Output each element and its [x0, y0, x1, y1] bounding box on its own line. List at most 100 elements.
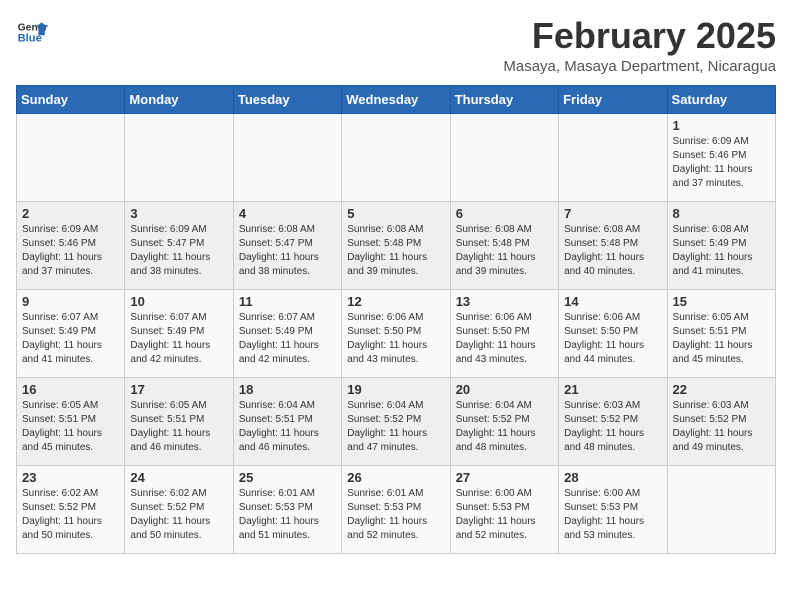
- day-number: 25: [239, 470, 336, 485]
- week-row-2: 2 Sunrise: 6:09 AM Sunset: 5:46 PM Daylig…: [17, 201, 776, 289]
- day-info: Sunrise: 6:04 AM Sunset: 5:51 PM Dayligh…: [239, 399, 336, 455]
- calendar-cell: 13Sunrise: 6:06 AM Sunset: 5:50 PM Dayli…: [450, 289, 558, 377]
- calendar-cell: 8 Sunrise: 6:08 AM Sunset: 5:49 PM Daylig…: [667, 201, 775, 289]
- day-info: Sunrise: 6:01 AM Sunset: 5:53 PM Dayligh…: [347, 487, 444, 543]
- day-number: 5: [347, 206, 444, 221]
- calendar-cell: 7 Sunrise: 6:08 AM Sunset: 5:48 PM Daylig…: [559, 201, 667, 289]
- day-info: Sunrise: 6:05 AM Sunset: 5:51 PM Dayligh…: [130, 399, 227, 455]
- calendar-cell: 20 Sunrise: 6:04 AM Sunset: 5:52 PM Dayli…: [450, 377, 558, 465]
- day-info: Sunrise: 6:09 AM Sunset: 5:46 PM Dayligh…: [673, 135, 770, 191]
- day-number: 23: [22, 470, 119, 485]
- weekday-header-tuesday: Tuesday: [233, 85, 341, 113]
- day-number: 20: [456, 382, 553, 397]
- day-info: Sunrise: 6:00 AM Sunset: 5:53 PM Dayligh…: [456, 487, 553, 543]
- day-number: 13: [456, 294, 553, 309]
- day-info: Sunrise: 6:09 AM Sunset: 5:47 PM Dayligh…: [130, 223, 227, 279]
- day-number: 18: [239, 382, 336, 397]
- weekday-header-friday: Friday: [559, 85, 667, 113]
- day-number: 1: [673, 118, 770, 133]
- title-block: February 2025 Masaya, Masaya Department,…: [503, 16, 776, 75]
- calendar-cell: [125, 113, 233, 201]
- calendar-cell: 1 Sunrise: 6:09 AM Sunset: 5:46 PM Daylig…: [667, 113, 775, 201]
- day-info: Sunrise: 6:05 AM Sunset: 5:51 PM Dayligh…: [673, 311, 770, 367]
- calendar-cell: 4 Sunrise: 6:08 AM Sunset: 5:47 PM Daylig…: [233, 201, 341, 289]
- weekday-header-wednesday: Wednesday: [342, 85, 450, 113]
- calendar-cell: 2 Sunrise: 6:09 AM Sunset: 5:46 PM Daylig…: [17, 201, 125, 289]
- day-info: Sunrise: 6:08 AM Sunset: 5:47 PM Dayligh…: [239, 223, 336, 279]
- day-number: 3: [130, 206, 227, 221]
- calendar-cell: [17, 113, 125, 201]
- calendar-cell: 3 Sunrise: 6:09 AM Sunset: 5:47 PM Daylig…: [125, 201, 233, 289]
- day-info: Sunrise: 6:02 AM Sunset: 5:52 PM Dayligh…: [22, 487, 119, 543]
- day-number: 4: [239, 206, 336, 221]
- calendar-cell: 27 Sunrise: 6:00 AM Sunset: 5:53 PM Dayli…: [450, 465, 558, 553]
- day-number: 16: [22, 382, 119, 397]
- day-number: 10: [130, 294, 227, 309]
- calendar-cell: [233, 113, 341, 201]
- day-number: 26: [347, 470, 444, 485]
- calendar-cell: 14Sunrise: 6:06 AM Sunset: 5:50 PM Dayli…: [559, 289, 667, 377]
- calendar-cell: 25 Sunrise: 6:01 AM Sunset: 5:53 PM Dayli…: [233, 465, 341, 553]
- weekday-header-row: SundayMondayTuesdayWednesdayThursdayFrid…: [17, 85, 776, 113]
- day-info: Sunrise: 6:02 AM Sunset: 5:52 PM Dayligh…: [130, 487, 227, 543]
- calendar-cell: 6 Sunrise: 6:08 AM Sunset: 5:48 PM Daylig…: [450, 201, 558, 289]
- calendar-cell: 17 Sunrise: 6:05 AM Sunset: 5:51 PM Dayli…: [125, 377, 233, 465]
- svg-text:Blue: Blue: [18, 33, 42, 45]
- logo: General Blue: [16, 16, 48, 48]
- day-info: Sunrise: 6:05 AM Sunset: 5:51 PM Dayligh…: [22, 399, 119, 455]
- day-number: 6: [456, 206, 553, 221]
- location-subtitle: Masaya, Masaya Department, Nicaragua: [503, 58, 776, 75]
- week-row-3: 9 Sunrise: 6:07 AM Sunset: 5:49 PM Daylig…: [17, 289, 776, 377]
- day-number: 28: [564, 470, 661, 485]
- month-year-title: February 2025: [503, 16, 776, 56]
- calendar-cell: 22 Sunrise: 6:03 AM Sunset: 5:52 PM Dayli…: [667, 377, 775, 465]
- weekday-header-thursday: Thursday: [450, 85, 558, 113]
- day-info: Sunrise: 6:08 AM Sunset: 5:48 PM Dayligh…: [564, 223, 661, 279]
- day-number: 22: [673, 382, 770, 397]
- day-number: 12: [347, 294, 444, 309]
- weekday-header-sunday: Sunday: [17, 85, 125, 113]
- week-row-1: 1 Sunrise: 6:09 AM Sunset: 5:46 PM Daylig…: [17, 113, 776, 201]
- calendar-cell: 18 Sunrise: 6:04 AM Sunset: 5:51 PM Dayli…: [233, 377, 341, 465]
- day-info: Sunrise: 6:04 AM Sunset: 5:52 PM Dayligh…: [347, 399, 444, 455]
- day-info: Sunrise: 6:07 AM Sunset: 5:49 PM Dayligh…: [239, 311, 336, 367]
- day-info: Sunrise: 6:06 AM Sunset: 5:50 PM Dayligh…: [347, 311, 444, 367]
- day-number: 24: [130, 470, 227, 485]
- calendar-cell: 10Sunrise: 6:07 AM Sunset: 5:49 PM Dayli…: [125, 289, 233, 377]
- day-number: 8: [673, 206, 770, 221]
- day-number: 7: [564, 206, 661, 221]
- calendar-cell: 24 Sunrise: 6:02 AM Sunset: 5:52 PM Dayli…: [125, 465, 233, 553]
- calendar-cell: 15Sunrise: 6:05 AM Sunset: 5:51 PM Dayli…: [667, 289, 775, 377]
- calendar-cell: 28Sunrise: 6:00 AM Sunset: 5:53 PM Dayli…: [559, 465, 667, 553]
- day-info: Sunrise: 6:04 AM Sunset: 5:52 PM Dayligh…: [456, 399, 553, 455]
- day-info: Sunrise: 6:08 AM Sunset: 5:48 PM Dayligh…: [347, 223, 444, 279]
- calendar-cell: 9Sunrise: 6:07 AM Sunset: 5:49 PM Daylig…: [17, 289, 125, 377]
- weekday-header-saturday: Saturday: [667, 85, 775, 113]
- logo-icon: General Blue: [16, 16, 48, 48]
- day-info: Sunrise: 6:09 AM Sunset: 5:46 PM Dayligh…: [22, 223, 119, 279]
- day-number: 27: [456, 470, 553, 485]
- calendar-cell: 21 Sunrise: 6:03 AM Sunset: 5:52 PM Dayli…: [559, 377, 667, 465]
- calendar-cell: 26 Sunrise: 6:01 AM Sunset: 5:53 PM Dayli…: [342, 465, 450, 553]
- day-number: 2: [22, 206, 119, 221]
- day-number: 21: [564, 382, 661, 397]
- page-header: General Blue February 2025 Masaya, Masay…: [16, 16, 776, 75]
- day-info: Sunrise: 6:03 AM Sunset: 5:52 PM Dayligh…: [564, 399, 661, 455]
- day-number: 19: [347, 382, 444, 397]
- calendar-cell: [342, 113, 450, 201]
- calendar-cell: [450, 113, 558, 201]
- calendar-cell: 5 Sunrise: 6:08 AM Sunset: 5:48 PM Daylig…: [342, 201, 450, 289]
- calendar-cell: 12 Sunrise: 6:06 AM Sunset: 5:50 PM Dayli…: [342, 289, 450, 377]
- day-number: 9: [22, 294, 119, 309]
- week-row-5: 23 Sunrise: 6:02 AM Sunset: 5:52 PM Dayli…: [17, 465, 776, 553]
- day-number: 17: [130, 382, 227, 397]
- weekday-header-monday: Monday: [125, 85, 233, 113]
- day-info: Sunrise: 6:08 AM Sunset: 5:48 PM Dayligh…: [456, 223, 553, 279]
- day-info: Sunrise: 6:03 AM Sunset: 5:52 PM Dayligh…: [673, 399, 770, 455]
- day-info: Sunrise: 6:08 AM Sunset: 5:49 PM Dayligh…: [673, 223, 770, 279]
- calendar-cell: [667, 465, 775, 553]
- calendar-cell: 19 Sunrise: 6:04 AM Sunset: 5:52 PM Dayli…: [342, 377, 450, 465]
- calendar-table: SundayMondayTuesdayWednesdayThursdayFrid…: [16, 85, 776, 554]
- day-info: Sunrise: 6:01 AM Sunset: 5:53 PM Dayligh…: [239, 487, 336, 543]
- calendar-cell: [559, 113, 667, 201]
